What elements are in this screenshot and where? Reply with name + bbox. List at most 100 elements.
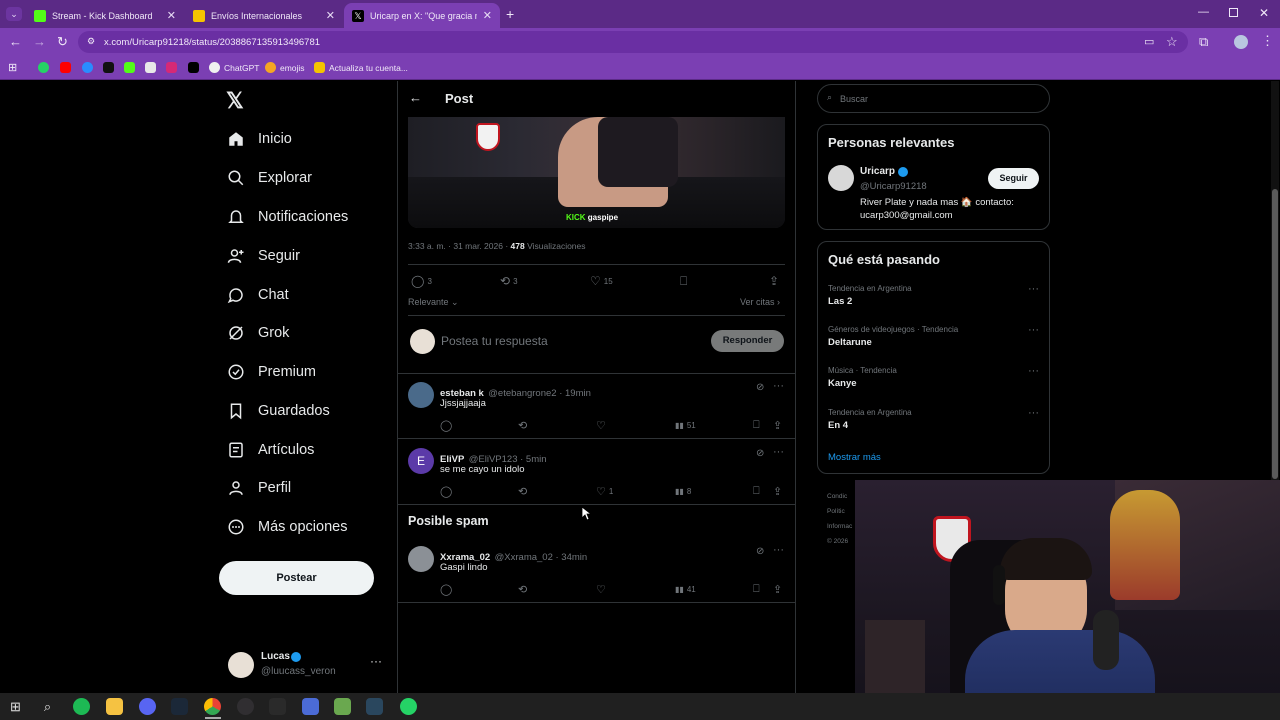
- account-switcher[interactable]: Lucas @luucass_veron ···: [226, 648, 386, 682]
- view-quotes-link[interactable]: Ver citas ›: [740, 297, 780, 307]
- heart-icon[interactable]: ♡: [596, 583, 606, 596]
- reply-button[interactable]: Responder: [711, 330, 784, 352]
- share-icon[interactable]: ⇪: [773, 419, 782, 432]
- more-icon[interactable]: ···: [773, 544, 784, 556]
- sidebar-item-inicio[interactable]: Inicio: [226, 129, 292, 149]
- reload-icon[interactable]: ↻: [57, 34, 68, 50]
- repost-icon[interactable]: ⟲: [518, 419, 527, 432]
- views-stat[interactable]: ▮▮ 51: [675, 421, 696, 430]
- more-icon[interactable]: ···: [1028, 365, 1039, 377]
- menu-icon[interactable]: ⋮: [1261, 33, 1274, 49]
- grok-icon[interactable]: ⊘: [756, 546, 764, 557]
- obs-icon[interactable]: [237, 698, 254, 715]
- share-button[interactable]: ⇪: [769, 274, 779, 288]
- footer-links[interactable]: Condic Polític Informac © 2026: [827, 489, 852, 549]
- bookmark-icon[interactable]: ⎕: [753, 485, 760, 498]
- back-arrow-icon[interactable]: ←: [409, 90, 422, 105]
- sidebar-item-explorar[interactable]: Explorar: [226, 168, 312, 188]
- like-stat-button[interactable]: ♡ 15: [590, 274, 613, 288]
- trend-item[interactable]: Las 2: [828, 296, 852, 307]
- sort-dropdown[interactable]: Relevante ⌄: [408, 297, 459, 308]
- reply-icon[interactable]: ◯: [440, 485, 452, 498]
- reply-icon[interactable]: ◯: [440, 583, 452, 596]
- back-icon[interactable]: ←: [9, 34, 22, 49]
- x-logo-icon[interactable]: [188, 62, 199, 73]
- reply-icon[interactable]: ◯: [440, 419, 452, 432]
- sidebar-item-notificaciones[interactable]: Notificaciones: [226, 207, 348, 227]
- sidebar-item-premium[interactable]: Premium: [226, 362, 316, 382]
- new-tab-icon[interactable]: +: [506, 6, 514, 22]
- search-icon[interactable]: ⌕: [39, 698, 56, 715]
- bookmark-actualiza[interactable]: Actualiza tu cuenta...: [314, 62, 408, 73]
- profile-avatar[interactable]: [1234, 35, 1248, 49]
- show-more-link[interactable]: Mostrar más: [828, 452, 881, 463]
- follow-button[interactable]: Seguir: [988, 168, 1039, 189]
- bookmark-emojis[interactable]: emojis: [265, 62, 305, 73]
- whatsapp-icon[interactable]: [400, 698, 417, 715]
- tab-x-post[interactable]: 𝕏 Uricarp en X: "Que gracia me d ✕: [344, 3, 500, 28]
- epic-games-icon[interactable]: [269, 698, 286, 715]
- instagram-icon[interactable]: [166, 62, 177, 73]
- repost-icon[interactable]: ⟲: [518, 485, 527, 498]
- trend-item[interactable]: Kanye: [828, 378, 857, 389]
- tab-kick-dashboard[interactable]: Stream - Kick Dashboard ✕: [26, 3, 184, 28]
- minecraft-icon[interactable]: [334, 698, 351, 715]
- sidebar-item-mas-opciones[interactable]: Más opciones: [226, 517, 347, 537]
- whatsapp-icon[interactable]: [38, 62, 49, 73]
- more-icon[interactable]: ···: [1028, 407, 1039, 419]
- extensions-icon[interactable]: ⧉: [1199, 34, 1208, 50]
- sidebar-item-chat[interactable]: Chat: [226, 285, 289, 305]
- spotify-icon[interactable]: [73, 698, 90, 715]
- repost-stat-button[interactable]: ⟲ 3: [500, 274, 518, 288]
- sidebar-item-articulos[interactable]: Artículos: [226, 440, 314, 460]
- avatar[interactable]: [828, 165, 854, 191]
- post-button[interactable]: Postear: [219, 561, 374, 595]
- steam-icon[interactable]: [171, 698, 188, 715]
- reply-item[interactable]: Xxrama_02 @Xxrama_02 · 34min Gaspi lindo…: [408, 542, 786, 600]
- sidebar-item-guardados[interactable]: Guardados: [226, 401, 330, 421]
- views-stat[interactable]: ▮▮ 8: [675, 487, 691, 496]
- share-icon[interactable]: ⇪: [773, 485, 782, 498]
- bookmark-button[interactable]: ⎕: [680, 274, 687, 289]
- post-video[interactable]: KICK gaspipe: [408, 117, 785, 228]
- close-icon[interactable]: ✕: [326, 9, 335, 22]
- more-icon[interactable]: ···: [773, 446, 784, 458]
- repost-icon[interactable]: ⟲: [518, 583, 527, 596]
- like-stat[interactable]: ♡ 1: [596, 485, 613, 498]
- file-explorer-icon[interactable]: [106, 698, 123, 715]
- more-icon[interactable]: ···: [773, 380, 784, 392]
- close-icon[interactable]: ✕: [167, 9, 176, 22]
- reply-input[interactable]: Postea tu respuesta: [441, 334, 548, 348]
- more-icon[interactable]: ···: [1028, 324, 1039, 336]
- steam-icon[interactable]: [366, 698, 383, 715]
- bookmark-icon[interactable]: ⎕: [753, 419, 760, 432]
- site-info-icon[interactable]: ⚙: [87, 36, 95, 47]
- bookmark-icon[interactable]: ⎕: [753, 583, 760, 596]
- trend-item[interactable]: En 4: [828, 420, 848, 431]
- grok-icon[interactable]: ⊘: [756, 448, 764, 459]
- windows-start-icon[interactable]: ⊞: [7, 698, 24, 715]
- reply-stat-button[interactable]: ◯ 3: [411, 274, 432, 288]
- sidebar-item-perfil[interactable]: Perfil: [226, 478, 291, 498]
- url-input[interactable]: ⚙ x.com/Uricarp91218/status/203886713591…: [78, 31, 1188, 53]
- restore-icon[interactable]: [1229, 8, 1238, 17]
- youtube-icon[interactable]: [60, 62, 71, 73]
- apps-grid-icon[interactable]: ⊞: [8, 61, 17, 74]
- app-icon[interactable]: [302, 698, 319, 715]
- grok-icon[interactable]: ⊘: [756, 382, 764, 393]
- bookmark-chatgpt[interactable]: ChatGPT: [209, 62, 259, 73]
- sidebar-item-seguir[interactable]: Seguir: [226, 246, 300, 266]
- search-input[interactable]: ⌕ Buscar: [817, 84, 1050, 113]
- install-app-icon[interactable]: ▭: [1144, 35, 1154, 48]
- trend-item[interactable]: Deltarune: [828, 337, 872, 348]
- sidebar-item-grok[interactable]: Grok: [226, 323, 289, 343]
- close-icon[interactable]: ✕: [483, 9, 492, 22]
- scrollbar-thumb[interactable]: [1272, 189, 1278, 479]
- tiktok-icon[interactable]: [103, 62, 114, 73]
- minimize-icon[interactable]: —: [1198, 6, 1209, 18]
- mail-icon[interactable]: [145, 62, 156, 73]
- heart-icon[interactable]: ♡: [596, 419, 606, 432]
- chrome-icon[interactable]: [204, 698, 221, 715]
- kick-icon[interactable]: [124, 62, 135, 73]
- views-stat[interactable]: ▮▮ 41: [675, 585, 696, 594]
